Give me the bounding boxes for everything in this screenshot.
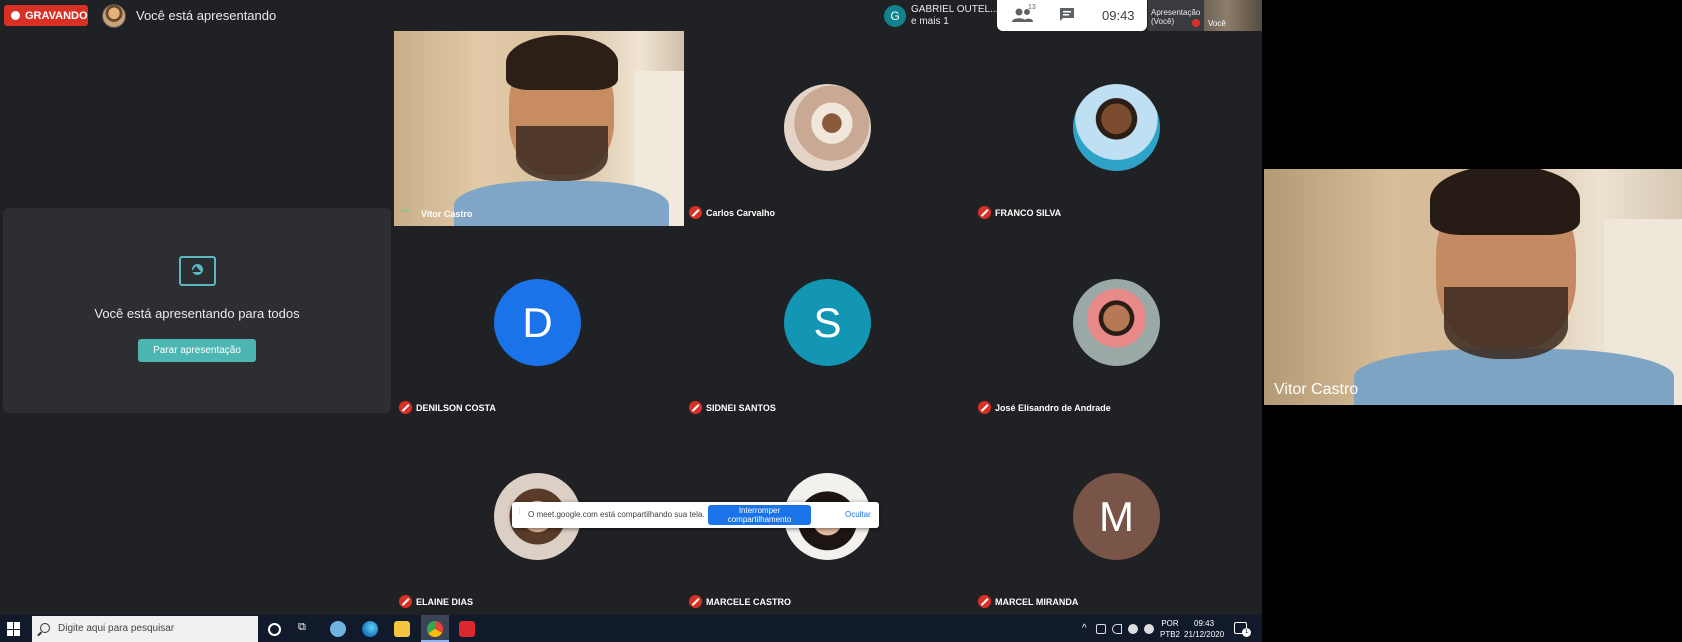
- drag-handle-icon[interactable]: ⋮: [516, 508, 523, 520]
- participant-tile-carlos[interactable]: Carlos Carvalho: [684, 31, 974, 226]
- participant-tile-jose[interactable]: José Elisandro de Andrade: [973, 226, 1262, 421]
- windows-start-icon[interactable]: [7, 622, 21, 636]
- mic-off-icon: [399, 401, 412, 414]
- participant-tile-sidnei[interactable]: S SIDNEI SANTOS: [684, 226, 974, 421]
- keyboard-language[interactable]: POR PTB2: [1160, 618, 1180, 640]
- meeting-controls-panel: 13 09:43: [997, 0, 1147, 31]
- chrome-icon[interactable]: [427, 621, 443, 637]
- presenter-avatar-gabriel[interactable]: G: [884, 5, 906, 27]
- avatar: [784, 84, 871, 171]
- self-you-label: Você: [1208, 19, 1226, 28]
- edge-icon[interactable]: [362, 621, 378, 637]
- avatar: D: [494, 279, 581, 366]
- record-dot-icon: [11, 11, 20, 20]
- mic-off-icon: [689, 206, 702, 219]
- stop-presenting-button[interactable]: Parar apresentação: [138, 339, 256, 362]
- mic-off-icon: [399, 595, 412, 608]
- hide-link[interactable]: Ocultar: [845, 510, 871, 519]
- avatar: [1073, 279, 1160, 366]
- self-view-name: Vitor Castro: [1274, 381, 1359, 398]
- video-beard: [1444, 287, 1568, 359]
- participant-name: José Elisandro de Andrade: [995, 403, 1111, 413]
- app-icon[interactable]: [330, 621, 346, 637]
- presenter-names[interactable]: GABRIEL OUTEL... e mais 1: [911, 4, 998, 28]
- video-body: [454, 181, 669, 226]
- presenter-name-line2: e mais 1: [911, 16, 949, 27]
- participant-tile-franco[interactable]: FRANCO SILVA: [973, 31, 1262, 226]
- self-camera-view: Vitor Castro: [1264, 169, 1682, 405]
- system-date: 21/12/2020: [1184, 630, 1225, 639]
- participant-name: MARCEL MIRANDA: [995, 597, 1079, 607]
- cloud-icon[interactable]: [1144, 624, 1154, 634]
- presenting-panel: Você está apresentando para todos Parar …: [3, 208, 391, 413]
- upload-arrow-icon: [191, 266, 201, 272]
- stop-sharing-button[interactable]: Interromper compartilhamento: [708, 505, 811, 525]
- system-time: 09:43: [1194, 619, 1215, 628]
- chat-icon[interactable]: [1059, 7, 1075, 22]
- speaking-indicator-icon: •••: [402, 206, 410, 216]
- participant-name: ELAINE DIAS: [416, 597, 474, 607]
- video-beard: [516, 126, 608, 181]
- mic-off-icon: [1192, 19, 1200, 27]
- tray-expand-icon[interactable]: ^: [1082, 623, 1087, 634]
- presenter-name-line1: GABRIEL OUTEL...: [911, 4, 999, 15]
- participant-count: 13: [1028, 4, 1036, 11]
- task-view-icon[interactable]: ⧉: [298, 621, 314, 637]
- participant-name: Vitor Castro: [421, 209, 473, 219]
- screen-share-notification: ⋮ O meet.google.com está compartilhando …: [512, 502, 879, 528]
- presenting-status: Você está apresentando: [136, 8, 277, 23]
- participant-name: SIDNEI SANTOS: [706, 403, 776, 413]
- presenter-avatar: [102, 4, 126, 28]
- share-message: O meet.google.com está compartilhando su…: [528, 510, 705, 519]
- avatar: S: [784, 279, 871, 366]
- presenting-message: Você está apresentando para todos: [94, 306, 300, 321]
- mic-off-icon: [978, 595, 991, 608]
- participant-tile-marcel[interactable]: M MARCEL MIRANDA: [973, 420, 1262, 615]
- file-explorer-icon[interactable]: [394, 621, 410, 637]
- recording-label: GRAVANDO: [25, 9, 88, 22]
- participant-tile-vitor[interactable]: ••• Vitor Castro: [394, 31, 684, 226]
- participant-name: FRANCO SILVA: [995, 208, 1062, 218]
- meet-window: GRAVANDO Você está apresentando G GABRIE…: [0, 0, 1262, 615]
- participant-name: Carlos Carvalho: [706, 208, 776, 218]
- system-clock[interactable]: 09:43 21/12/2020: [1184, 618, 1224, 640]
- video-hair: [506, 35, 618, 90]
- search-icon: [40, 623, 50, 633]
- participant-name: DENILSON COSTA: [416, 403, 496, 413]
- taskbar-search[interactable]: Digite aqui para pesquisar: [32, 616, 258, 642]
- volume-icon[interactable]: [1112, 624, 1122, 634]
- avatar: [1073, 84, 1160, 171]
- mic-off-icon: [689, 595, 702, 608]
- recording-badge[interactable]: GRAVANDO: [4, 5, 88, 26]
- screen: GRAVANDO Você está apresentando G GABRIE…: [0, 0, 1682, 642]
- cloud-icon[interactable]: [1128, 624, 1138, 634]
- avatar: M: [1073, 473, 1160, 560]
- participant-name: MARCELE CASTRO: [706, 597, 791, 607]
- participant-tile-denilson[interactable]: D DENILSON COSTA: [394, 226, 684, 421]
- cortana-icon[interactable]: [268, 623, 281, 636]
- self-preview-tile[interactable]: Apresentação (Você) Você: [1148, 0, 1262, 31]
- acrobat-icon[interactable]: [459, 621, 475, 637]
- notification-count: 1: [1242, 628, 1251, 637]
- video-hair: [1430, 169, 1580, 235]
- network-icon[interactable]: [1096, 624, 1106, 634]
- mic-off-icon: [978, 401, 991, 414]
- self-label-line1: Apresentação: [1151, 8, 1201, 17]
- meeting-clock: 09:43: [1102, 8, 1135, 23]
- meet-top-bar: GRAVANDO Você está apresentando G GABRIE…: [0, 0, 1262, 31]
- search-placeholder: Digite aqui para pesquisar: [58, 623, 175, 634]
- mic-off-icon: [689, 401, 702, 414]
- windows-taskbar: Digite aqui para pesquisar ⧉ ^ POR PTB2 …: [0, 615, 1262, 642]
- language-code: POR: [1161, 619, 1179, 628]
- mic-off-icon: [978, 206, 991, 219]
- keyboard-layout: PTB2: [1160, 630, 1181, 639]
